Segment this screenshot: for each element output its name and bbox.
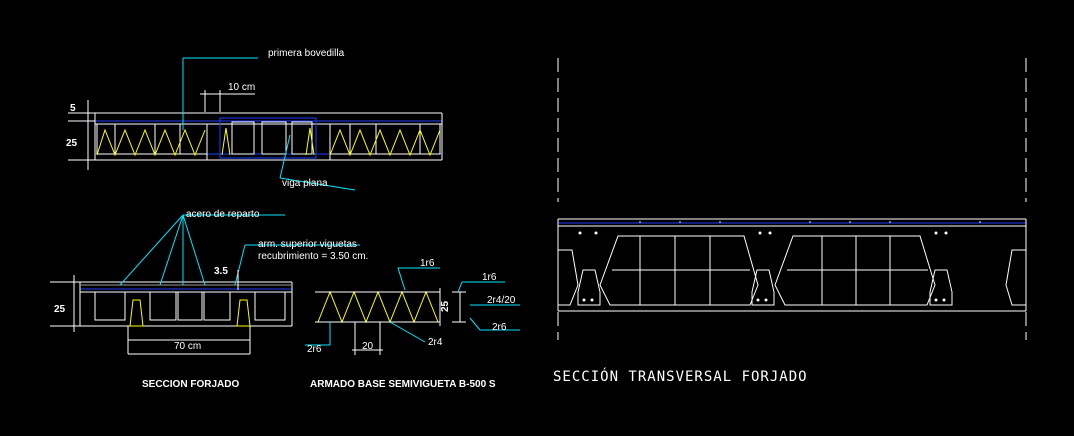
- label-1r6-right: 1r6: [482, 272, 497, 283]
- label-2r6-left: 2r6: [307, 344, 322, 355]
- label-dim-25-armado: 25: [440, 300, 451, 312]
- seccion-transversal: SECCIÓN TRANSVERSAL FORJADO: [553, 58, 1027, 385]
- label-primera-bovedilla: primera bovedilla: [268, 48, 345, 59]
- title-seccion-transversal: SECCIÓN TRANSVERSAL FORJADO: [553, 367, 808, 385]
- armado-semivigueta: 1r6 1r6 25 2r4/20 2r6 2r6 20 2r4 ARMADO …: [305, 258, 520, 390]
- section-forjado-detail: acero de reparto arm. superior viguetas …: [50, 209, 368, 390]
- label-2r6-right: 2r6: [492, 322, 507, 333]
- section-viga-plana: primera bovedilla 10 cm 5 25 viga plana: [66, 48, 443, 191]
- label-70cm: 70 cm: [174, 341, 201, 352]
- label-recubrimiento: recubrimiento = 3.50 cm.: [258, 251, 368, 262]
- label-2r4: 2r4: [428, 337, 443, 348]
- label-2r4-20: 2r4/20: [487, 295, 516, 306]
- label-dim-5: 5: [70, 103, 76, 114]
- cad-drawing-canvas: primera bovedilla 10 cm 5 25 viga plana: [0, 0, 1074, 436]
- label-10cm: 10 cm: [228, 82, 255, 93]
- label-viga-plana: viga plana: [282, 178, 328, 189]
- label-1r6-top: 1r6: [420, 258, 435, 269]
- cad-drawing: primera bovedilla 10 cm 5 25 viga plana: [50, 48, 1027, 390]
- label-arm-superior: arm. superior viguetas: [258, 239, 357, 250]
- label-dim-3-5: 3.5: [214, 266, 228, 277]
- label-dim-25-top: 25: [66, 138, 78, 149]
- label-acero-reparto: acero de reparto: [186, 209, 260, 220]
- title-armado-base: ARMADO BASE SEMIVIGUETA B-500 S: [310, 379, 496, 390]
- label-dim-20: 20: [362, 341, 374, 352]
- title-seccion-forjado: SECCION FORJADO: [142, 379, 239, 390]
- label-dim-25-left: 25: [54, 304, 66, 315]
